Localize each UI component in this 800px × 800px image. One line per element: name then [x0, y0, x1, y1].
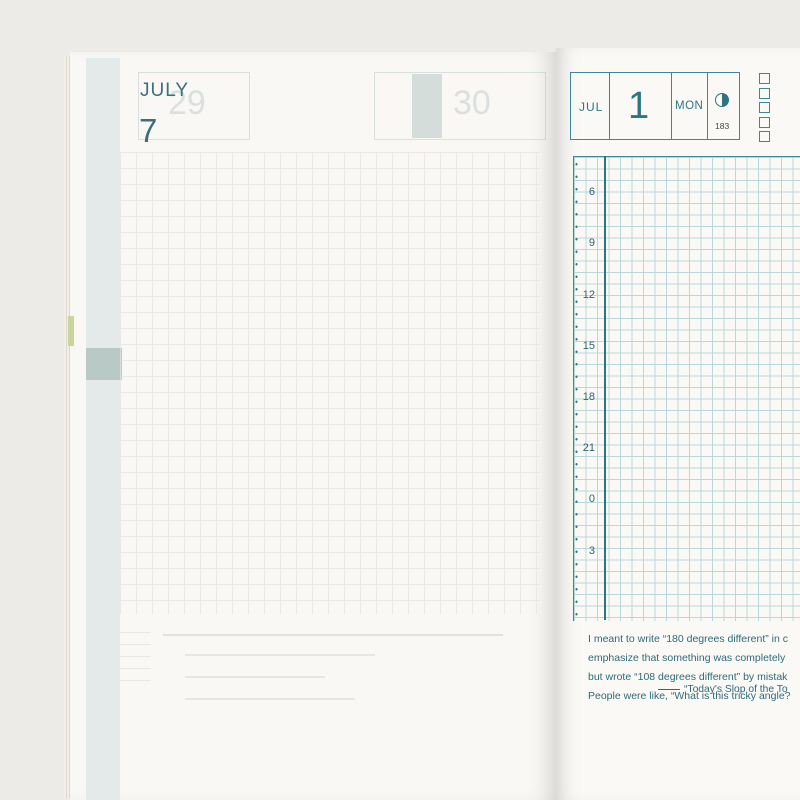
hour-label: 12	[582, 289, 595, 301]
bookmark-ribbon	[68, 316, 74, 346]
month-tab-marker	[86, 348, 122, 380]
checkbox[interactable]	[759, 116, 770, 128]
month-abbreviation: JUL	[579, 100, 604, 114]
checkbox[interactable]	[759, 87, 770, 99]
month-number: 7	[139, 112, 158, 149]
day-of-year: 183	[715, 121, 730, 131]
moon-phase-icon	[715, 93, 729, 107]
quote-source: “Today's Slop of the To	[658, 684, 788, 695]
hour-label: 15	[582, 340, 595, 352]
hour-label: 3	[588, 545, 595, 557]
show-through-sunday-band	[412, 74, 442, 138]
dash	[658, 688, 680, 690]
month-label: JULY	[140, 80, 190, 101]
show-through-grid	[120, 152, 540, 614]
checkbox[interactable]	[759, 131, 770, 142]
weekday-label: MON	[675, 100, 704, 112]
quote-line: I meant to write “180 degrees different”…	[588, 633, 788, 645]
hour-label: 0	[588, 493, 595, 505]
checkbox[interactable]	[759, 102, 770, 113]
show-through-footer	[115, 628, 535, 718]
hour-label: 18	[582, 391, 595, 403]
quote-source-text: “Today's Slop of the To	[684, 684, 788, 695]
date-header-box: JUL 1 MON 183	[570, 72, 740, 140]
hour-ticks	[575, 158, 578, 618]
day-number: 1	[628, 85, 650, 127]
hour-label: 21	[582, 442, 595, 454]
divider	[671, 73, 672, 139]
hour-label: 9	[588, 237, 595, 249]
planner-spread: 29 30 JULY 7 JUL 1 MON 183 6 9 12 15 18 …	[0, 0, 800, 800]
checkbox[interactable]	[759, 73, 770, 84]
timeline-bar	[604, 156, 606, 620]
quote-line: emphasize that something was completely	[588, 652, 786, 664]
divider	[707, 73, 708, 139]
checkbox-column	[759, 73, 770, 146]
hour-label: 6	[588, 186, 595, 198]
divider	[609, 73, 610, 139]
daily-grid	[573, 156, 800, 621]
